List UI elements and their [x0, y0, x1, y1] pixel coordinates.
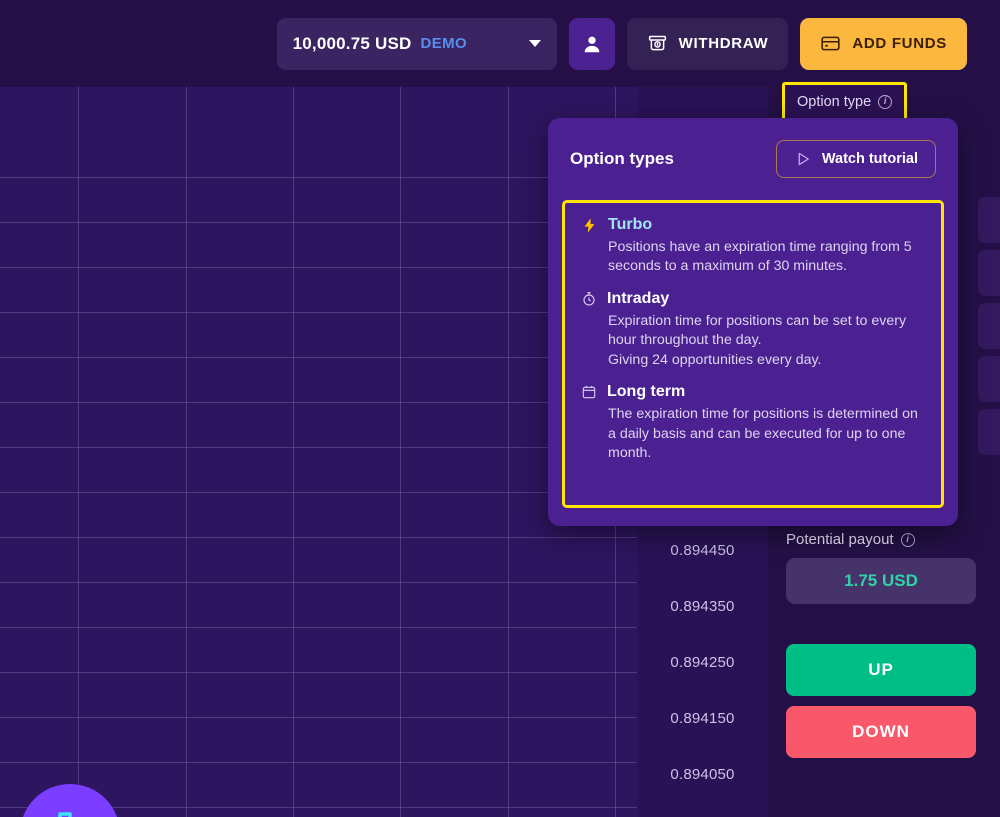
option-type-item[interactable]: Long term The expiration time for positio… [581, 383, 925, 463]
price-chart[interactable] [0, 87, 637, 817]
option-type-description: The expiration time for positions is det… [608, 406, 918, 462]
option-type-name: Long term [607, 383, 686, 401]
option-type-button[interactable]: Option type i [782, 82, 908, 122]
grid-line-horizontal [0, 762, 637, 763]
option-type-description: Positions have an expiration time rangin… [608, 239, 912, 275]
add-funds-label: ADD FUNDS [852, 35, 947, 52]
grid-line-vertical [78, 87, 79, 817]
grid-line-horizontal [0, 357, 637, 358]
account-demo-tag: DEMO [420, 35, 468, 52]
option-type-item[interactable]: Turbo Positions have an expiration time r… [581, 216, 925, 277]
potential-payout-value: 1.75 USD [786, 558, 976, 604]
watch-tutorial-button[interactable]: Watch tutorial [775, 140, 936, 178]
grid-line-horizontal [0, 492, 637, 493]
account-balance: 10,000.75 USD [292, 33, 412, 53]
lightning-bolt-icon [581, 217, 598, 234]
option-type-name: Turbo [608, 216, 653, 233]
profile-button[interactable] [568, 17, 615, 70]
price-tick: 0.894250 [670, 654, 735, 671]
top-bar: 10,000.75 USD DEMO WITHDRAW ADD FUNDS [0, 0, 1000, 87]
trading-app: 10,000.75 USD DEMO WITHDRAW ADD FUNDS 0.… [0, 0, 1000, 817]
option-type-item-header: Intraday [581, 290, 925, 308]
up-button[interactable]: UP [786, 644, 976, 696]
info-icon[interactable]: i [878, 95, 893, 109]
side-tab-2[interactable] [978, 250, 1000, 296]
grid-line-vertical [508, 87, 509, 817]
account-selector[interactable]: 10,000.75 USD DEMO [276, 17, 557, 70]
side-tab-3[interactable] [978, 303, 1000, 349]
grid-line-horizontal [0, 672, 637, 673]
calendar-icon [581, 384, 597, 400]
option-type-item-header: Long term [581, 383, 925, 401]
credit-card-icon [821, 36, 840, 51]
side-tab-1[interactable] [978, 197, 1000, 243]
grid-line-horizontal [0, 312, 637, 313]
grid-line-vertical [400, 87, 401, 817]
grid-line-horizontal [0, 222, 637, 223]
withdraw-atm-icon [648, 35, 666, 51]
down-button[interactable]: DOWN [786, 706, 976, 758]
option-type-item-header: Turbo [581, 216, 925, 234]
potential-payout-label: Potential payout [786, 531, 894, 548]
grid-line-horizontal [0, 582, 637, 583]
grid-line-horizontal [0, 717, 637, 718]
price-tick: 0.894050 [670, 766, 735, 783]
brand-logo-icon [20, 784, 120, 817]
popup-header: Option types Watch tutorial [548, 118, 958, 178]
withdraw-label: WITHDRAW [678, 35, 769, 52]
stopwatch-icon [581, 291, 597, 307]
option-type-label: Option type [797, 94, 872, 110]
withdraw-button[interactable]: WITHDRAW [626, 17, 789, 70]
grid-line-horizontal [0, 447, 637, 448]
grid-line-vertical [293, 87, 294, 817]
info-icon[interactable]: i [900, 532, 915, 547]
play-icon [798, 152, 809, 166]
grid-line-horizontal [0, 537, 637, 538]
chevron-down-icon [528, 40, 541, 47]
side-tab-5[interactable] [978, 409, 1000, 455]
potential-payout-label-row: Potential payout i [786, 531, 915, 548]
watch-tutorial-label: Watch tutorial [821, 151, 918, 167]
price-tick: 0.894350 [670, 598, 735, 615]
side-tab-strip [978, 197, 1000, 462]
option-type-item[interactable]: Intraday Expiration time for positions ca… [581, 290, 925, 370]
option-types-list: Turbo Positions have an expiration time r… [562, 200, 944, 508]
grid-line-vertical [186, 87, 187, 817]
grid-line-horizontal [0, 177, 637, 178]
side-tab-4[interactable] [978, 356, 1000, 402]
person-icon [584, 36, 599, 52]
grid-line-horizontal [0, 267, 637, 268]
grid-line-horizontal [0, 627, 637, 628]
add-funds-button[interactable]: ADD FUNDS [800, 17, 967, 70]
price-tick: 0.894150 [670, 710, 735, 727]
price-tick: 0.894450 [670, 542, 735, 559]
option-types-popup: Option types Watch tutorial Turbo Positio… [548, 118, 958, 526]
popup-title: Option types [570, 149, 674, 168]
grid-line-horizontal [0, 402, 637, 403]
option-type-description: Expiration time for positions can be set… [608, 312, 907, 368]
option-type-name: Intraday [607, 289, 670, 307]
